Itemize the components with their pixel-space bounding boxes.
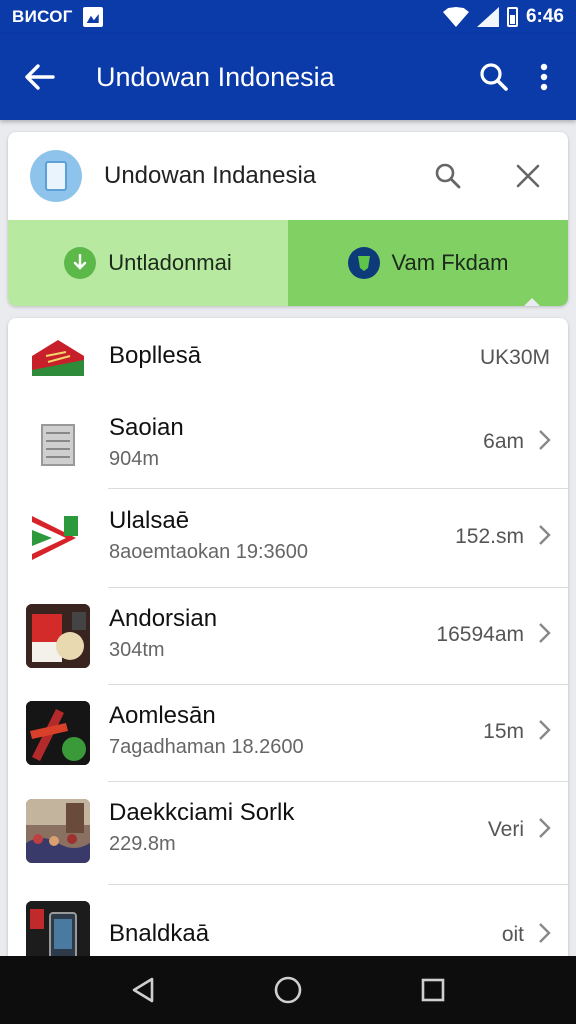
- item-size: 16594am: [436, 623, 524, 646]
- battery-icon: [506, 7, 518, 27]
- search-icon[interactable]: [428, 156, 468, 196]
- item-thumbnail: [26, 411, 90, 475]
- item-subtitle: 229.8m: [109, 833, 176, 855]
- tab-label: Vam Fkdam: [391, 250, 509, 275]
- item-name: Daekkciami Sorlk: [109, 799, 295, 826]
- item-size: 152.sm: [455, 525, 524, 548]
- list-item[interactable]: Daekkciami Sorlk 229.8m Veri: [8, 782, 568, 884]
- chevron-right-icon: [534, 430, 554, 450]
- close-icon[interactable]: [508, 156, 548, 196]
- app-icon: [30, 150, 82, 202]
- item-thumbnail: [26, 701, 90, 765]
- item-subtitle: 8aoemtaokan 19:3600: [109, 541, 309, 563]
- list-item[interactable]: Andorsian 304tm 16594am: [8, 588, 568, 684]
- tab-selected[interactable]: Vam Fkdam: [288, 220, 568, 306]
- chevron-right-icon: [534, 720, 554, 740]
- item-thumbnail: [26, 506, 90, 570]
- more-vert-icon[interactable]: [524, 55, 564, 99]
- item-size: Veri: [487, 818, 524, 841]
- item-size: 6am: [483, 430, 524, 453]
- item-size: 15m: [483, 720, 524, 743]
- app-bar: Undowan Indonesia: [0, 34, 576, 120]
- item-thumbnail: [26, 799, 90, 863]
- system-nav-bar: [0, 956, 576, 1024]
- results-list: Bopllesā UK30M Saoian 904m 6am Ulalsaē 8…: [8, 318, 568, 968]
- status-bar: ВИСОГ 6:46: [0, 0, 576, 34]
- list-item[interactable]: Bopllesā UK30M: [8, 318, 568, 398]
- search-icon[interactable]: [472, 55, 516, 99]
- wifi-icon: [442, 7, 469, 27]
- item-name: Saoian: [109, 414, 184, 441]
- item-name: Bnaldkaā: [109, 920, 210, 947]
- item-size: UK30M: [479, 346, 550, 369]
- page-title: Undowan Indonesia: [96, 61, 335, 92]
- item-thumbnail: [26, 604, 90, 668]
- item-name: Ulalsaē: [109, 507, 190, 534]
- back-arrow-icon[interactable]: [20, 57, 60, 97]
- nav-recents-icon[interactable]: [413, 970, 453, 1010]
- list-item[interactable]: Aomlesān 7agadhaman 18.2600 15m: [8, 685, 568, 781]
- item-name: Bopllesā: [109, 342, 202, 369]
- tab-downloads[interactable]: Untladonmai: [8, 220, 288, 306]
- list-item[interactable]: Ulalsaē 8aoemtaokan 19:3600 152.sm: [8, 489, 568, 587]
- item-name: Andorsian: [109, 605, 218, 632]
- tab-label: Untladonmai: [108, 250, 232, 275]
- chevron-right-icon: [534, 623, 554, 643]
- clock: 6:46: [525, 6, 564, 27]
- carrier-label: ВИСОГ: [12, 7, 73, 26]
- item-subtitle: 904m: [109, 448, 160, 470]
- shield-icon: [347, 247, 380, 279]
- chevron-right-icon: [534, 923, 554, 943]
- item-size: oit: [501, 923, 524, 946]
- nav-home-icon[interactable]: [268, 970, 308, 1010]
- item-subtitle: 7agadhaman 18.2600: [109, 736, 304, 758]
- signal-icon: [476, 7, 499, 27]
- sim-icon: [82, 7, 103, 27]
- chevron-right-icon: [534, 818, 554, 838]
- item-name: Aomlesān: [109, 702, 216, 729]
- download-icon: [64, 247, 97, 279]
- search-bar[interactable]: Undowan Indanesia: [8, 132, 568, 220]
- search-input[interactable]: Undowan Indanesia: [104, 162, 316, 190]
- tab-bar: Untladonmai Vam Fkdam: [8, 220, 568, 306]
- nav-back-icon[interactable]: [123, 970, 163, 1010]
- item-thumbnail: [26, 326, 90, 390]
- list-item[interactable]: Saoian 904m 6am: [8, 398, 568, 488]
- item-subtitle: 304tm: [109, 639, 165, 661]
- search-card: Undowan Indanesia Untladonmai Vam Fkdam: [8, 132, 568, 306]
- chevron-right-icon: [534, 525, 554, 545]
